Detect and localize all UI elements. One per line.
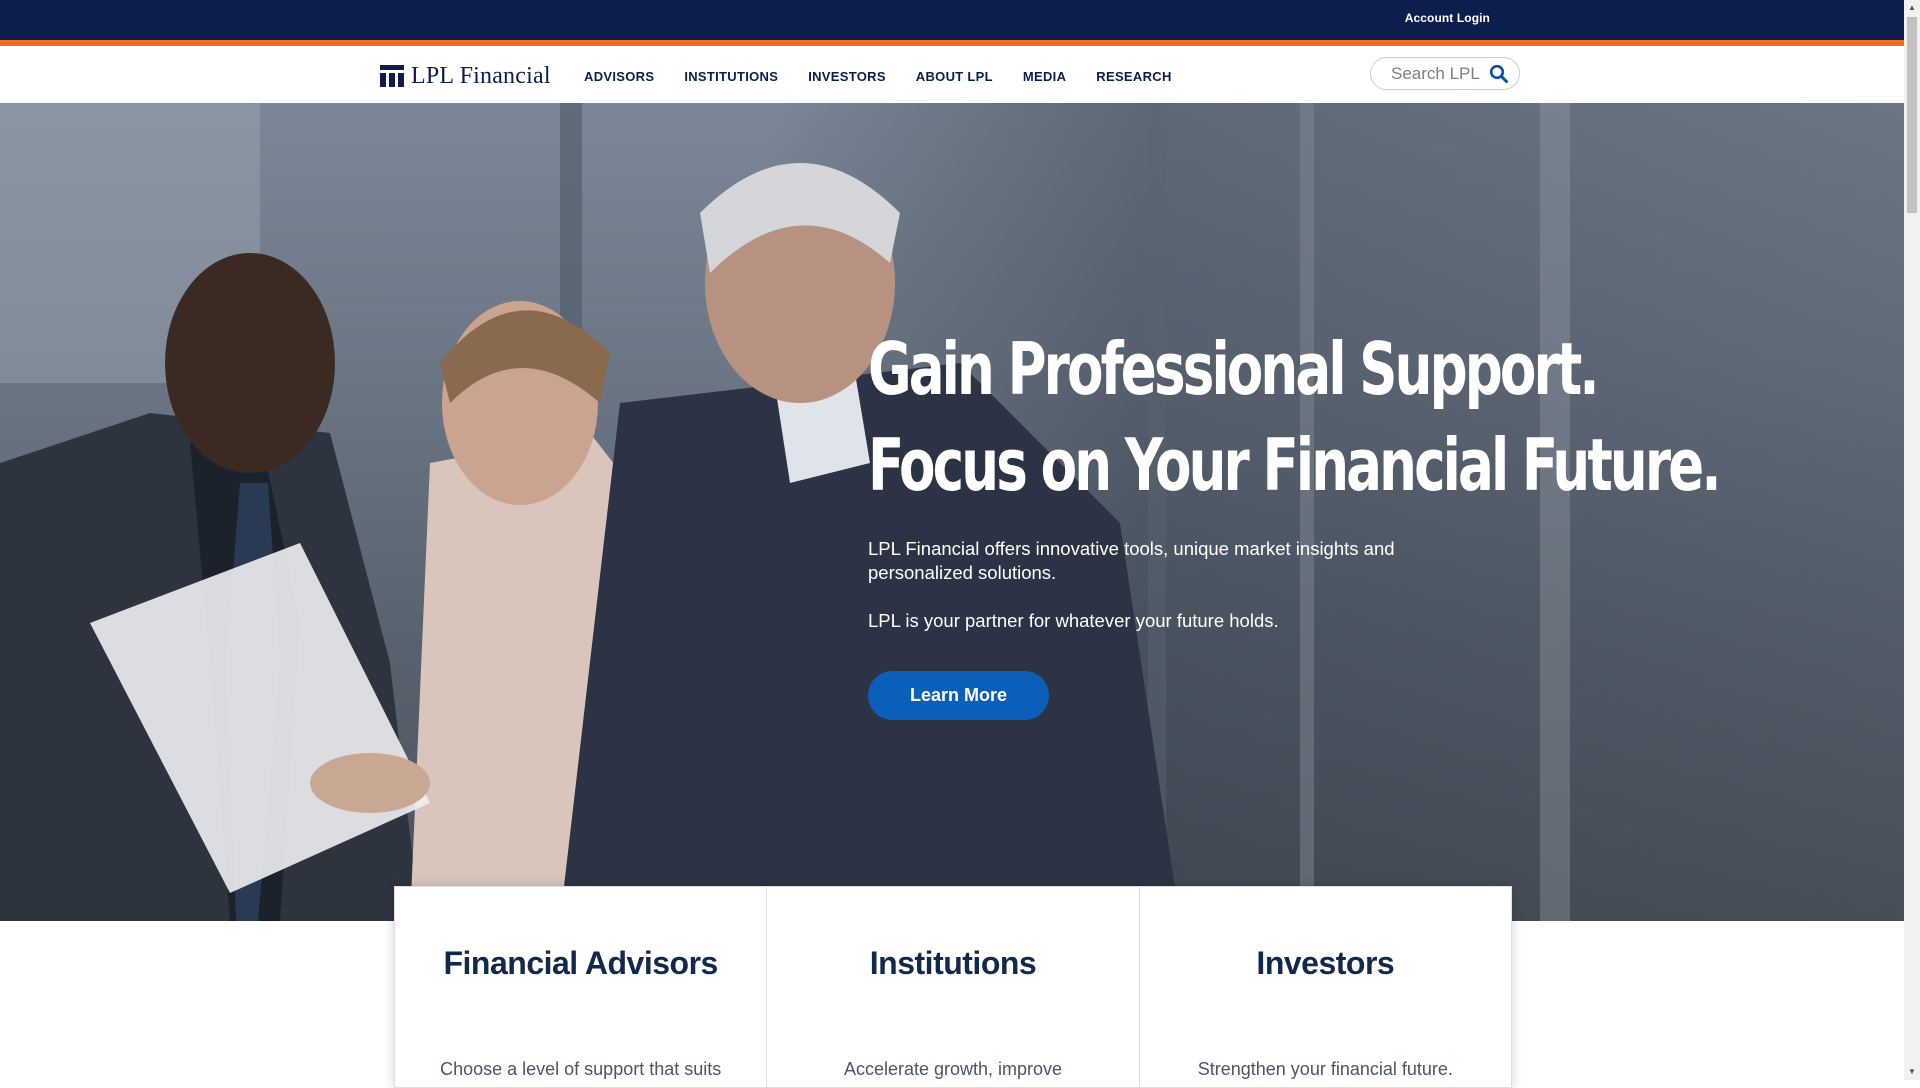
primary-nav-links: ADVISORS INSTITUTIONS INVESTORS ABOUT LP… <box>584 69 1202 84</box>
scroll-down-arrow-icon[interactable]: ▼ <box>1904 1064 1920 1080</box>
search-input[interactable] <box>1391 63 1491 84</box>
search-icon <box>1489 64 1508 83</box>
card-title: Investors <box>1256 945 1395 981</box>
search-box <box>1370 57 1520 90</box>
main-navigation: LPL Financial ADVISORS INSTITUTIONS INVE… <box>0 46 1904 103</box>
card-financial-advisors[interactable]: Financial Advisors Choose a level of sup… <box>395 887 768 1087</box>
nav-investors[interactable]: INVESTORS <box>808 69 886 84</box>
search-button[interactable] <box>1489 64 1509 84</box>
nav-media[interactable]: MEDIA <box>1023 69 1066 84</box>
utility-bar: Account Login <box>0 0 1904 46</box>
learn-more-button[interactable]: Learn More <box>868 671 1049 720</box>
nav-about-lpl[interactable]: ABOUT LPL <box>916 69 993 84</box>
account-login-link[interactable]: Account Login <box>1405 11 1490 25</box>
hero-paragraph-1: LPL Financial offers innovative tools, u… <box>868 538 1395 583</box>
hero-title-line-2: Focus on Your Financial Future. <box>868 423 1722 507</box>
hero-paragraph-2: LPL is your partner for whatever your fu… <box>868 610 1279 631</box>
hero-title: Gain Professional Support. Focus on Your… <box>868 321 1722 513</box>
hero-title-line-1: Gain Professional Support. <box>868 327 1600 411</box>
card-description: Choose a level of support that suits <box>440 1059 722 1079</box>
hero-banner: Gain Professional Support. Focus on Your… <box>0 103 1904 921</box>
scroll-up-arrow-icon[interactable]: ▲ <box>1904 0 1920 16</box>
card-description: Strengthen your financial future. <box>1197 1059 1453 1079</box>
nav-advisors[interactable]: ADVISORS <box>584 69 654 84</box>
card-title: Institutions <box>869 945 1037 981</box>
vertical-scrollbar[interactable]: ▲ ▼ <box>1904 0 1920 1080</box>
scrollbar-thumb[interactable] <box>1907 17 1917 213</box>
hero-content: Gain Professional Support. Focus on Your… <box>868 321 1722 720</box>
logo-text: LPL Financial <box>411 63 551 89</box>
card-title: Financial Advisors <box>443 945 718 981</box>
audience-cards: Financial Advisors Choose a level of sup… <box>394 886 1512 1088</box>
lpl-logo[interactable]: LPL Financial <box>380 64 551 88</box>
card-institutions[interactable]: Institutions Accelerate growth, improve <box>767 887 1140 1087</box>
nav-research[interactable]: RESEARCH <box>1096 69 1171 84</box>
card-investors[interactable]: Investors Strengthen your financial futu… <box>1140 887 1511 1087</box>
nav-institutions[interactable]: INSTITUTIONS <box>684 69 778 84</box>
lpl-logo-mark-icon <box>380 65 404 87</box>
card-description: Accelerate growth, improve <box>843 1059 1063 1079</box>
